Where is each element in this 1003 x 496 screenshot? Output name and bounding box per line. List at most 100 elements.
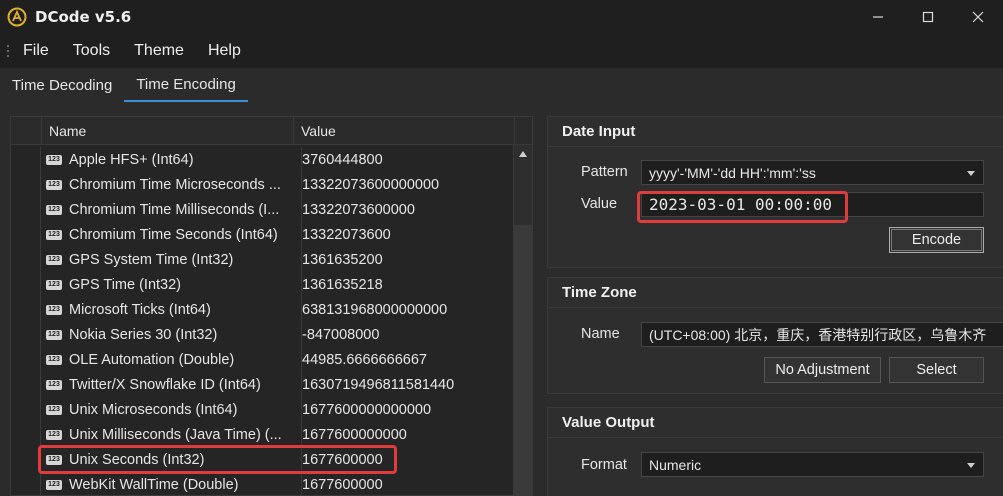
title-bar: DCode v5.6 <box>0 0 1003 34</box>
date-value-input[interactable]: 2023-03-01 00:00:00 <box>641 192 984 217</box>
scroll-thumb[interactable] <box>514 225 532 495</box>
window-controls <box>853 0 1003 34</box>
no-adjustment-button[interactable]: No Adjustment <box>764 357 881 383</box>
scroll-up-arrow-icon[interactable] <box>519 151 527 157</box>
table-row[interactable]: 123 GPS Time (Int32) 1361635218 <box>11 272 514 297</box>
time-zone-name-label: Name <box>581 326 620 342</box>
row-gutter <box>11 372 41 397</box>
row-value-cell: 1361635200 <box>301 247 383 272</box>
format-value: Numeric <box>649 456 702 473</box>
table-row[interactable]: 123 Unix Microseconds (Int64) 167760000000… <box>11 397 514 422</box>
row-value-text: 1630719496811581440 <box>302 376 455 393</box>
table-row[interactable]: 123 WebKit WallTime (Double) 1677600000 <box>11 472 514 495</box>
menu-help[interactable]: Help <box>196 42 253 60</box>
table-row[interactable]: 123 Unix Seconds (Int32) 1677600000 <box>11 447 514 472</box>
row-value-text: 13322073600000 <box>302 201 415 218</box>
row-name-cell: Unix Seconds (Int32) <box>69 451 205 468</box>
pattern-label: Pattern <box>581 164 628 180</box>
table-row[interactable]: 123 Apple HFS+ (Int64) 3760444800 <box>11 147 514 172</box>
time-zone-name-field[interactable]: (UTC+08:00) 北京，重庆，香港特别行政区，乌鲁木齐 <box>641 322 1003 347</box>
row-gutter <box>11 472 41 495</box>
table-row[interactable]: 123 Chromium Time Microseconds ... 1332207… <box>11 172 514 197</box>
app-window: DCode v5.6 File Tools Theme Help Time De… <box>0 0 1003 496</box>
row-name-cell: Chromium Time Milliseconds (I... <box>69 201 280 218</box>
table-row[interactable]: 123 Twitter/X Snowflake ID (Int64) 1630719… <box>11 372 514 397</box>
row-value-cell: 13322073600000000 <box>301 172 439 197</box>
column-header-value[interactable]: Value <box>293 117 515 145</box>
table-row[interactable]: 123 GPS System Time (Int32) 1361635200 <box>11 247 514 272</box>
row-value-text: 3760444800 <box>302 151 383 168</box>
row-value-cell: 1361635218 <box>301 272 383 297</box>
numeric-type-icon: 123 <box>46 454 62 465</box>
table-row[interactable]: 123 Chromium Time Milliseconds (I... 13322… <box>11 197 514 222</box>
table-row[interactable]: 123 Chromium Time Seconds (Int64) 13322073… <box>11 222 514 247</box>
row-name-cell: Unix Microseconds (Int64) <box>69 401 238 418</box>
row-value-cell: 44985.6666666667 <box>301 347 427 372</box>
row-name-cell: Microsoft Ticks (Int64) <box>69 301 211 318</box>
select-timezone-button[interactable]: Select <box>889 357 984 383</box>
table-row[interactable]: 123 OLE Automation (Double) 44985.66666666… <box>11 347 514 372</box>
numeric-type-icon: 123 <box>46 204 62 215</box>
row-value-text: 44985.6666666667 <box>302 351 427 368</box>
numeric-type-icon: 123 <box>46 154 62 165</box>
row-value-text: 13322073600 <box>302 226 391 243</box>
numeric-type-icon: 123 <box>46 479 62 490</box>
row-gutter <box>11 222 41 247</box>
row-value-text: 638131968000000000 <box>302 301 448 318</box>
row-name-cell: Chromium Time Microseconds ... <box>69 176 281 193</box>
menu-theme[interactable]: Theme <box>122 42 196 60</box>
row-name-cell: WebKit WallTime (Double) <box>69 476 239 493</box>
numeric-type-icon: 123 <box>46 404 62 415</box>
row-gutter <box>11 197 41 222</box>
numeric-type-icon: 123 <box>46 229 62 240</box>
row-name-cell: Unix Milliseconds (Java Time) (... <box>69 426 282 443</box>
time-zone-panel: Time Zone Name (UTC+08:00) 北京，重庆，香港特别行政区… <box>547 277 1003 394</box>
numeric-type-icon: 123 <box>46 354 62 365</box>
numeric-type-icon: 123 <box>46 254 62 265</box>
row-gutter <box>11 272 41 297</box>
value-output-title: Value Output <box>548 408 1003 438</box>
value-output-panel: Value Output Format Numeric <box>547 407 1003 496</box>
minimize-button[interactable] <box>853 0 903 34</box>
time-zone-title: Time Zone <box>548 278 1003 308</box>
row-gutter <box>11 172 41 197</box>
row-name-cell: Twitter/X Snowflake ID (Int64) <box>69 376 261 393</box>
menu-tools[interactable]: Tools <box>61 42 122 60</box>
column-header-name[interactable]: Name <box>41 117 291 145</box>
table-row[interactable]: 123 Microsoft Ticks (Int64) 63813196800000… <box>11 297 514 322</box>
tab-bar: Time Decoding Time Encoding <box>0 68 1003 102</box>
menu-file[interactable]: File <box>11 42 61 60</box>
column-header-spacer <box>514 117 532 145</box>
table-row[interactable]: 123 Nokia Series 30 (Int32) -847008000 <box>11 322 514 347</box>
close-button[interactable] <box>953 0 1003 34</box>
encode-button[interactable]: Encode <box>889 227 984 253</box>
row-value-cell: 3760444800 <box>301 147 383 172</box>
row-gutter <box>11 347 41 372</box>
row-name-cell: OLE Automation (Double) <box>69 351 235 368</box>
row-value-text: 1677600000000000 <box>302 401 432 418</box>
pattern-dropdown[interactable]: yyyy'-'MM'-'dd HH':'mm':'ss <box>641 160 984 185</box>
table-row[interactable]: 123 Unix Milliseconds (Java Time) (... 167… <box>11 422 514 447</box>
format-dropdown[interactable]: Numeric <box>641 452 984 477</box>
row-value-cell: -847008000 <box>301 322 379 347</box>
row-value-text: 13322073600000000 <box>302 176 440 193</box>
tab-time-encoding[interactable]: Time Encoding <box>124 68 248 102</box>
numeric-type-icon: 123 <box>46 179 62 190</box>
close-icon <box>972 11 984 23</box>
date-value-text: 2023-03-01 00:00:00 <box>649 195 833 214</box>
maximize-button[interactable] <box>903 0 953 34</box>
tab-time-decoding[interactable]: Time Decoding <box>0 68 124 102</box>
row-value-cell: 1677600000 <box>301 447 383 472</box>
row-value-text: 1361635218 <box>302 276 383 293</box>
row-value-cell: 13322073600000 <box>301 197 415 222</box>
grid-scrollbar[interactable] <box>513 145 532 495</box>
row-value-text: 1677600000 <box>302 476 383 493</box>
date-input-title: Date Input <box>548 117 1003 147</box>
row-value-text: -847008000 <box>302 326 380 343</box>
row-gutter <box>11 422 41 447</box>
pattern-value: yyyy'-'MM'-'dd HH':'mm':'ss <box>649 164 816 181</box>
app-logo-icon <box>7 7 27 27</box>
row-value-cell: 1677600000000000 <box>301 397 431 422</box>
time-zone-name-value: (UTC+08:00) 北京，重庆，香港特别行政区，乌鲁木齐 <box>649 326 987 343</box>
row-gutter <box>11 447 41 472</box>
